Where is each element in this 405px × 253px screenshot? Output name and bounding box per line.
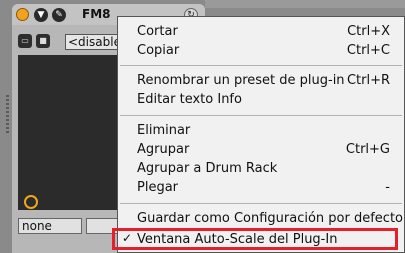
menu-item-fold-shortcut: -: [385, 180, 390, 195]
wrench-icon[interactable]: ✎: [52, 8, 66, 22]
hotswap-icon[interactable]: ▼: [34, 8, 48, 22]
menu-separator: [120, 65, 402, 66]
menu-item-group-drum-rack-label: Agrupar a Drum Rack: [137, 161, 278, 176]
folder-icon[interactable]: ▭: [18, 34, 32, 48]
bottom-value-field[interactable]: none: [18, 218, 82, 234]
device-name: FM8: [82, 7, 111, 21]
menu-item-edit-info-label: Editar texto Info: [137, 92, 242, 107]
menu-item-save-default-label: Guardar como Configuración por defecto: [137, 211, 403, 226]
menu-item-cut-shortcut: Ctrl+X: [347, 24, 390, 39]
background-strip: [205, 0, 405, 8]
save-icon[interactable]: ■: [36, 34, 50, 48]
context-menu: Cortar Ctrl+X Copiar Ctrl+C Renombrar un…: [117, 16, 405, 253]
resize-grip[interactable]: [6, 95, 9, 135]
menu-item-delete[interactable]: Eliminar: [118, 122, 404, 141]
menu-separator: [120, 115, 402, 116]
knob-icon[interactable]: [24, 195, 38, 209]
menu-item-fold[interactable]: Plegar -: [118, 179, 404, 198]
menu-item-copy-shortcut: Ctrl+C: [346, 43, 390, 58]
menu-item-copy[interactable]: Copiar Ctrl+C: [118, 42, 404, 61]
menu-item-group-shortcut: Ctrl+G: [345, 142, 390, 157]
power-icon[interactable]: [16, 8, 29, 21]
menu-item-group-label: Agrupar: [137, 142, 190, 157]
menu-item-edit-info[interactable]: Editar texto Info: [118, 91, 404, 110]
menu-item-copy-label: Copiar: [137, 43, 180, 58]
menu-item-fold-label: Plegar: [137, 180, 179, 195]
highlight-box: [112, 228, 398, 250]
menu-item-rename-label: Renombrar un preset de plug-in: [137, 73, 345, 88]
menu-item-rename-shortcut: Ctrl+R: [346, 73, 390, 88]
menu-item-delete-label: Eliminar: [137, 123, 191, 138]
menu-item-cut[interactable]: Cortar Ctrl+X: [118, 23, 404, 42]
menu-separator: [120, 203, 402, 204]
menu-item-cut-label: Cortar: [137, 24, 178, 39]
menu-item-save-default[interactable]: Guardar como Configuración por defecto: [118, 210, 404, 229]
menu-item-rename[interactable]: Renombrar un preset de plug-in Ctrl+R: [118, 72, 404, 91]
menu-item-group-drum-rack[interactable]: Agrupar a Drum Rack: [118, 160, 404, 179]
menu-item-group[interactable]: Agrupar Ctrl+G: [118, 141, 404, 160]
